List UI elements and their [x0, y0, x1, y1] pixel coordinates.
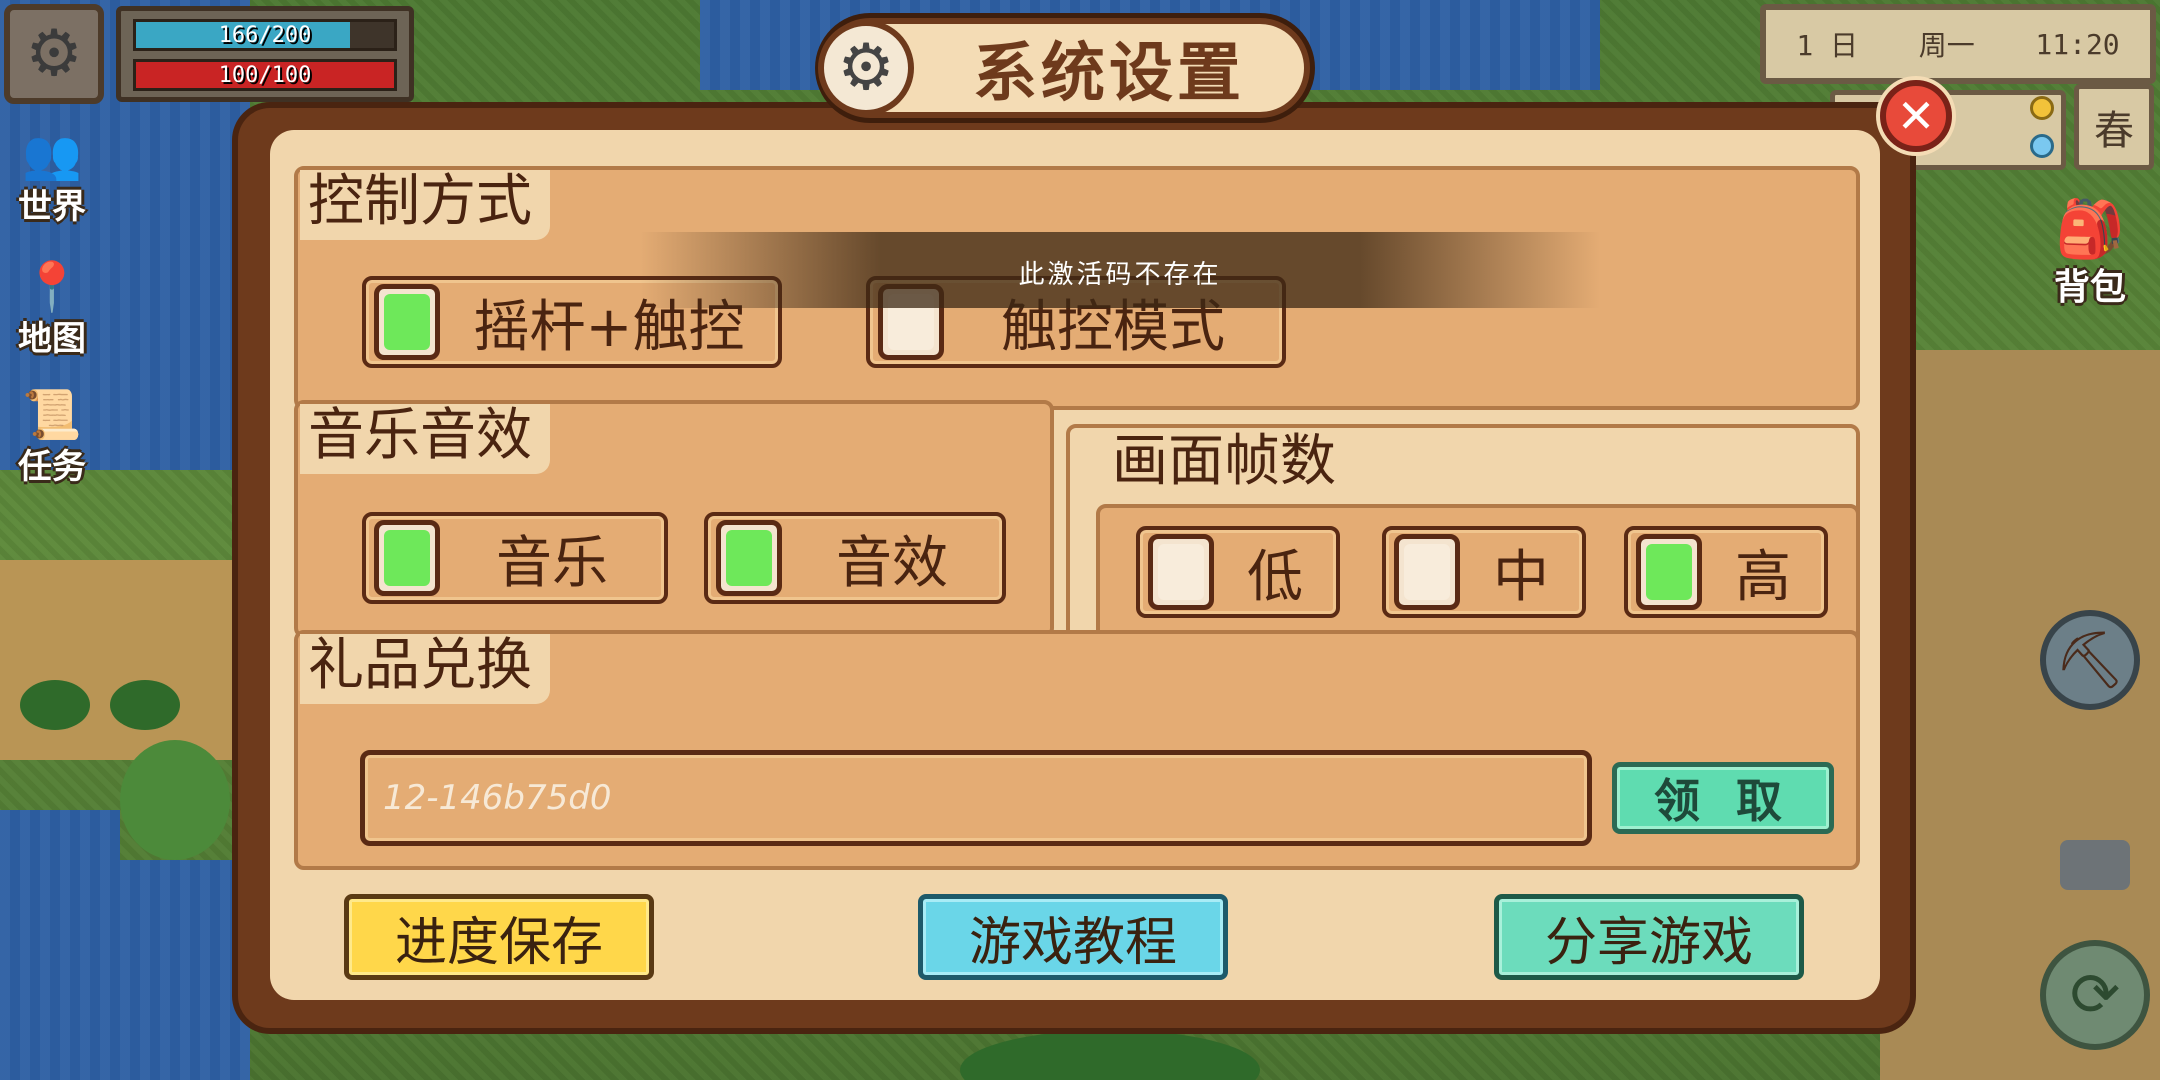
health-bar: 166/200	[133, 19, 397, 51]
backpack-label: 背包	[2053, 267, 2126, 308]
close-icon: ✕	[1896, 89, 1936, 143]
health-text: 166/200	[218, 22, 312, 48]
checkbox-unchecked[interactable]	[1148, 534, 1214, 610]
gift-code-input[interactable]: 12-146b75d0	[360, 750, 1592, 846]
backpack-icon: 🎒	[2055, 197, 2125, 262]
rock	[2060, 840, 2130, 890]
backpack-button[interactable]: 🎒 背包	[2030, 200, 2150, 310]
refresh-button[interactable]: ⟳	[2040, 940, 2150, 1050]
energy-text: 100/100	[218, 62, 312, 88]
option-fps-low[interactable]: 低	[1136, 526, 1340, 618]
checkbox-checked[interactable]	[374, 520, 440, 596]
status-bars: 166/200 100/100	[116, 6, 414, 102]
map-pin-icon: 📍	[22, 259, 82, 315]
side-menu-label: 世界	[18, 187, 86, 227]
energy-bar: 100/100	[133, 59, 397, 91]
day-text: 1 日	[1796, 29, 1859, 62]
checkbox-unchecked[interactable]	[1394, 534, 1460, 610]
side-menu-world[interactable]: 👥 世界	[6, 118, 98, 228]
friends-icon: 👥	[22, 127, 82, 183]
control-section-title: 控制方式	[300, 169, 550, 241]
audio-section-title: 音乐音效	[300, 403, 550, 475]
checkbox-checked[interactable]	[1636, 534, 1702, 610]
save-progress-button[interactable]: 进度保存	[344, 894, 654, 980]
dialog-title: 系统设置	[973, 37, 1245, 111]
checkbox-checked[interactable]	[716, 520, 782, 596]
option-music[interactable]: 音乐	[362, 512, 668, 604]
option-label: 中	[1493, 544, 1549, 610]
option-fps-high[interactable]: 高	[1624, 526, 1828, 618]
side-menu-map[interactable]: 📍 地图	[6, 250, 98, 360]
season-indicator: 春	[2074, 84, 2154, 170]
option-label: 音乐	[496, 530, 608, 596]
bush	[20, 680, 90, 730]
tutorial-button[interactable]: 游戏教程	[918, 894, 1228, 980]
option-label: 音效	[836, 530, 948, 596]
gold-coin-icon	[2030, 96, 2054, 120]
refresh-icon: ⟳	[2069, 960, 2121, 1030]
close-button[interactable]: ✕	[1880, 80, 1952, 152]
gift-section-title: 礼品兑换	[300, 633, 550, 705]
diamond-icon	[2030, 134, 2054, 158]
option-fps-medium[interactable]: 中	[1382, 526, 1586, 618]
share-game-button[interactable]: 分享游戏	[1494, 894, 1804, 980]
toast-message: 此激活码不存在	[640, 232, 1600, 308]
side-menu-label: 地图	[18, 319, 86, 359]
claim-button[interactable]: 领 取	[1612, 762, 1834, 834]
option-label: 低	[1247, 544, 1303, 610]
quest-scroll-icon: 📜	[22, 387, 82, 443]
weekday-text: 周一	[1918, 29, 1975, 62]
dialog-title-plate: ⚙ 系统设置	[818, 18, 1310, 118]
tool-action-button[interactable]: ⛏	[2040, 610, 2140, 710]
fps-section-title: 画面帧数	[1112, 429, 1336, 494]
gear-icon: ⚙	[25, 17, 83, 91]
side-menu-quest[interactable]: 📜 任务	[6, 378, 98, 488]
gear-icon: ⚙	[818, 20, 914, 116]
checkbox-checked[interactable]	[374, 284, 440, 360]
side-menu-label: 任务	[18, 447, 86, 487]
bush	[110, 680, 180, 730]
time-text: 11:20	[2035, 27, 2120, 61]
option-sound-effects[interactable]: 音效	[704, 512, 1006, 604]
settings-button[interactable]: ⚙	[4, 4, 104, 104]
pickaxe-icon: ⛏	[2054, 628, 2126, 693]
grass-tuft	[120, 740, 230, 860]
dirt-path	[0, 560, 250, 760]
pond-water	[80, 860, 250, 1080]
date-time-bar: 1 日 周一 11:20	[1760, 4, 2156, 84]
option-label: 高	[1735, 544, 1791, 610]
